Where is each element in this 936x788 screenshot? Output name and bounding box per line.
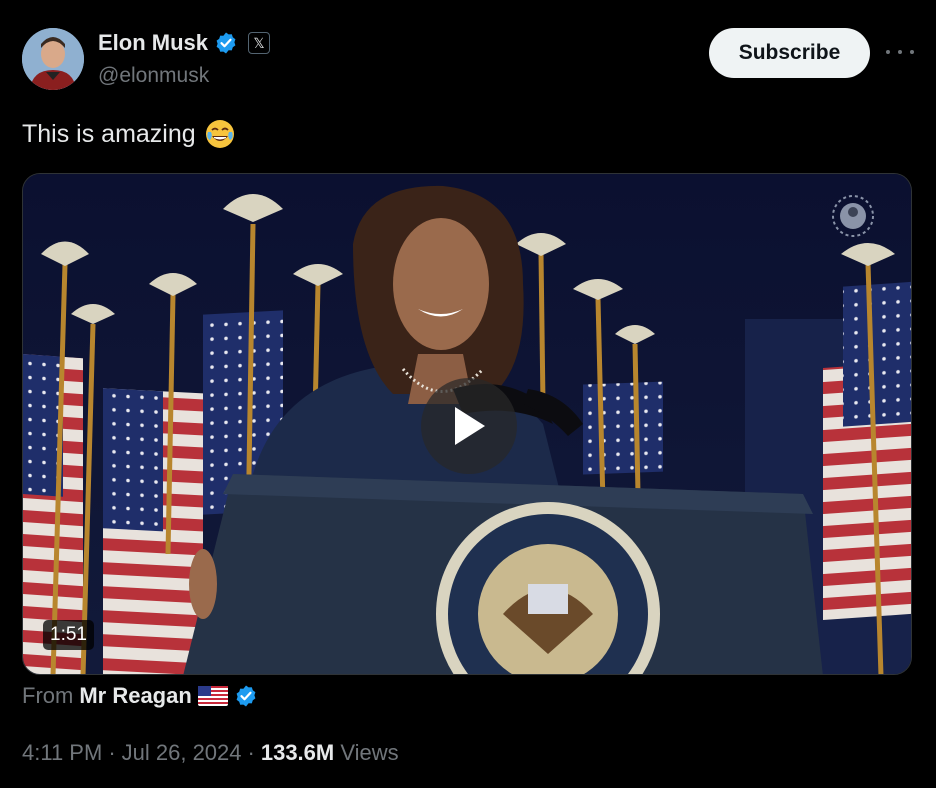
video-player[interactable]: 1:51: [22, 173, 912, 675]
views-count: 133.6M: [260, 740, 335, 765]
separator: ·: [247, 740, 255, 765]
tears-of-joy-emoji-icon: [205, 120, 234, 148]
tweet-header: Elon Musk 𝕏 @elonmusk Subscribe: [22, 26, 914, 92]
tweet-date[interactable]: Jul 26, 2024: [122, 740, 242, 766]
verified-badge-icon: [236, 685, 256, 707]
avatar[interactable]: [22, 28, 84, 90]
play-button[interactable]: [421, 378, 517, 474]
us-flag-icon: [197, 686, 228, 706]
tweet-time[interactable]: 4:11 PM: [22, 740, 102, 766]
handle[interactable]: @elonmusk: [98, 64, 209, 88]
subscribe-button[interactable]: Subscribe: [709, 28, 870, 78]
play-icon: [455, 407, 485, 445]
source-name[interactable]: Mr Reagan: [79, 683, 191, 709]
video-source: From Mr Reagan: [22, 683, 258, 709]
display-name[interactable]: Elon Musk: [98, 30, 208, 56]
x-affiliation-icon[interactable]: 𝕏: [248, 32, 271, 54]
video-duration: 1:51: [43, 620, 94, 650]
verified-badge-icon: [216, 32, 236, 54]
tweet-meta: 4:11 PM · Jul 26, 2024 · 133.6M Views: [22, 740, 399, 766]
tweet-text-content: This is amazing: [22, 119, 196, 148]
tweet-text: This is amazing: [22, 118, 236, 150]
name-row: Elon Musk 𝕏: [98, 30, 271, 56]
views[interactable]: 133.6M Views: [261, 740, 399, 766]
separator: ·: [108, 740, 116, 765]
more-options-icon[interactable]: [886, 40, 914, 64]
views-label: Views: [340, 740, 399, 765]
from-label: From: [22, 683, 74, 708]
